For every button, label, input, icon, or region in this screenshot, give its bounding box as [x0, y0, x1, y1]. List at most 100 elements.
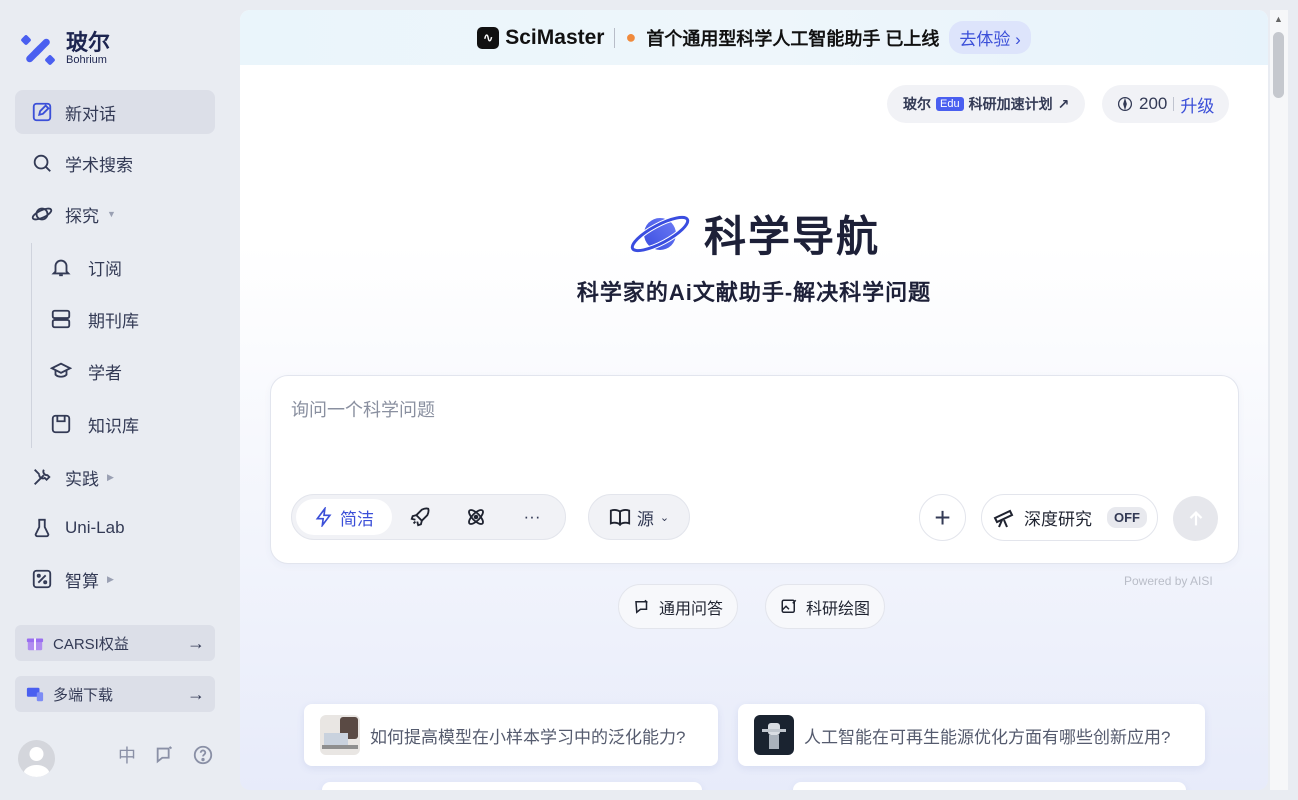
upgrade-button[interactable]: 升级 [1180, 92, 1214, 117]
credits-pill[interactable]: 200 升级 [1102, 85, 1230, 123]
planet-icon [29, 201, 55, 227]
chip-general-qa[interactable]: 通用问答 [618, 584, 739, 629]
sidebar-subitem-label: 学者 [88, 363, 122, 383]
sidebar-item-academic-search[interactable]: 学术搜索 [15, 141, 215, 185]
question-input[interactable] [291, 400, 1191, 421]
save-icon [48, 411, 74, 437]
percent-icon [29, 566, 55, 592]
suggestion-card[interactable]: 如何提高模型在小样本学习中的泛化能力? [304, 704, 718, 766]
scrollbar[interactable]: ▲ [1270, 10, 1288, 790]
suggestion-text: 人工智能在可再生能源优化方面有哪些创新应用? [804, 727, 1171, 747]
mode-rocket-button[interactable] [392, 499, 448, 535]
sidebar-subitem-label: 订阅 [88, 259, 122, 279]
powered-by: Powered by AISI [1124, 574, 1213, 588]
deep-research-toggle[interactable]: 深度研究 OFF [981, 494, 1158, 541]
more-modes-button[interactable]: ··· [504, 499, 560, 535]
source-label: 源 [636, 509, 654, 529]
sidebar-item-label: Uni-Lab [65, 518, 125, 537]
arrow-up-icon [1189, 510, 1202, 525]
suggestion-card-partial[interactable] [322, 782, 702, 790]
sidebar-item-label: 学术搜索 [65, 155, 133, 175]
sidebar-subitem-knowledge-base[interactable]: 知识库 [48, 404, 139, 444]
sidebar-subitem-scholars[interactable]: 学者 [48, 351, 122, 391]
chevron-right-icon: ▶ [107, 471, 114, 482]
question-box: 简洁 ··· 源 ⌄ + 深度研究 OFF [270, 375, 1239, 564]
bohrium-logo-icon [21, 35, 55, 65]
language-toggle[interactable]: 中 [116, 744, 138, 766]
scimaster-logo: ∿ SciMaster [477, 26, 604, 50]
sidebar-item-label: 探究 [65, 206, 99, 226]
sidebar-item-uni-lab[interactable]: Uni-Lab [15, 506, 215, 550]
deep-research-state: OFF [1107, 507, 1147, 528]
lightning-icon [315, 507, 332, 527]
mode-selector: 简洁 ··· [291, 494, 566, 540]
suggestion-card[interactable]: 人工智能在可再生能源优化方面有哪些创新应用? [738, 704, 1205, 766]
suggestion-card-partial[interactable] [793, 782, 1186, 790]
suggestion-thumbnail [754, 715, 794, 755]
flask-icon [29, 515, 55, 541]
announcement-banner[interactable]: ∿ SciMaster ● 首个通用型科学人工智能助手 已上线 去体验 › [240, 10, 1268, 65]
scroll-up-icon[interactable]: ▲ [1274, 14, 1283, 24]
sidebar-item-label: 新对话 [65, 104, 116, 124]
credits-value: 200 [1139, 94, 1168, 113]
avatar[interactable] [18, 740, 55, 777]
submenu-divider [31, 243, 32, 448]
mode-concise-button[interactable]: 简洁 [296, 499, 392, 535]
flame-icon: ● [625, 27, 637, 47]
sidebar-item-practice[interactable]: 实践 ▶ [15, 455, 215, 499]
atom-icon [468, 509, 484, 525]
sidebar-item-label: 实践 [65, 469, 99, 489]
chevron-down-icon: ⌄ [659, 511, 670, 524]
brand-logo[interactable]: 玻尔 Bohrium [20, 30, 110, 68]
chat-icon[interactable] [154, 744, 176, 766]
rocket-icon [410, 507, 430, 527]
search-icon [29, 150, 55, 176]
sidebar-subitem-subscribe[interactable]: 订阅 [48, 247, 122, 287]
sidebar-subitem-label: 知识库 [88, 416, 139, 436]
graduation-cap-icon [48, 358, 74, 384]
help-icon[interactable] [192, 744, 214, 766]
banner-text: 首个通用型科学人工智能助手 已上线 [646, 28, 940, 49]
banner-product: SciMaster [505, 25, 605, 49]
promo-label: CARSI权益 [53, 635, 129, 653]
promo-download[interactable]: 多端下载 → [15, 676, 215, 712]
brand-name-cn: 玻尔 [66, 30, 111, 55]
plus-icon: + [934, 501, 951, 533]
promo-label: 多端下载 [53, 686, 114, 704]
mode-concise-label: 简洁 [340, 509, 374, 529]
gift-icon [25, 633, 45, 653]
attach-button[interactable]: + [919, 494, 966, 541]
sidebar-item-compute[interactable]: 智算 ▶ [15, 557, 215, 601]
chat-refresh-icon [635, 599, 648, 614]
sidebar: 玻尔 Bohrium 新对话 学术搜索 探究 ▼ 订阅 期刊库 学者 知识库 实… [0, 0, 232, 800]
database-icon [48, 306, 74, 332]
brand-name-en: Bohrium [66, 54, 107, 66]
send-button[interactable] [1173, 496, 1218, 541]
banner-cta-button[interactable]: 去体验 › [949, 21, 1031, 54]
sidebar-item-new-chat[interactable]: 新对话 [15, 90, 215, 134]
science-nav-logo-icon [629, 214, 691, 253]
source-selector[interactable]: 源 ⌄ [588, 494, 690, 540]
credit-coin-icon [1117, 96, 1133, 112]
sidebar-footer: 中 [116, 744, 214, 766]
chip-label: 科研绘图 [806, 600, 871, 618]
scrollbar-thumb[interactable] [1273, 32, 1284, 98]
hero-title: 科学导航 [703, 213, 880, 260]
image-edit-icon [781, 599, 797, 613]
hero: 科学导航 [240, 203, 1268, 264]
promo-carsi[interactable]: CARSI权益 → [15, 625, 215, 661]
sidebar-subitem-journals[interactable]: 期刊库 [48, 299, 139, 339]
mode-atom-button[interactable] [448, 499, 504, 535]
arrow-right-icon: → [187, 683, 205, 704]
chevron-down-icon: ▼ [107, 209, 116, 219]
chip-research-drawing[interactable]: 科研绘图 [765, 584, 886, 629]
telescope-icon [993, 509, 1014, 527]
main-panel: ∿ SciMaster ● 首个通用型科学人工智能助手 已上线 去体验 › 玻尔… [240, 10, 1268, 790]
suggestion-thumbnail [320, 715, 360, 755]
bell-icon [48, 254, 74, 280]
sidebar-subitem-label: 期刊库 [88, 311, 139, 331]
banner-cta-label: 去体验 [959, 30, 1011, 49]
sidebar-item-label: 智算 [65, 571, 99, 591]
edu-program-link[interactable]: 玻尔 Edu 科研加速计划 ↗ [887, 85, 1086, 123]
sidebar-item-explore[interactable]: 探究 ▼ [15, 192, 215, 236]
